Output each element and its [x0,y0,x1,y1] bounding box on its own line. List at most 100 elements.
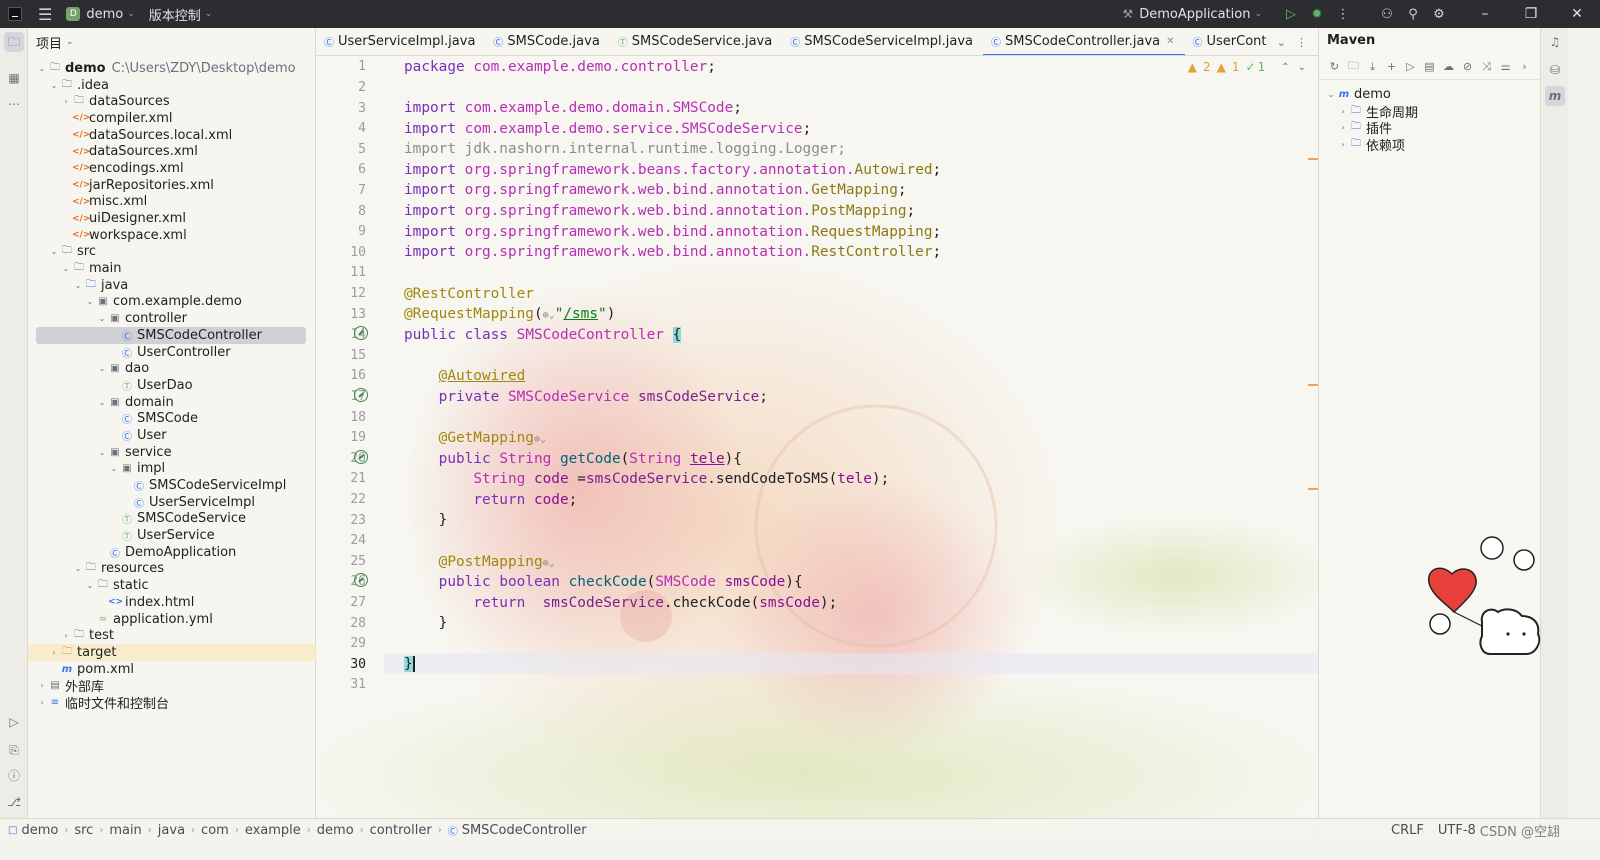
tree-node-controller[interactable]: ⌄ ▣ controller [28,310,316,327]
chevron-down-icon[interactable]: ⌄ [96,364,108,373]
maximize-button[interactable]: ❐ [1508,6,1554,22]
generate-sources-icon[interactable]: 🗀 [1344,57,1363,76]
run-maven-icon[interactable]: ▷ [1401,60,1420,73]
tree-node-datasources-local-xml[interactable]: </> dataSources.local.xml [28,127,316,144]
tab-more-icon[interactable]: ⋮ [1296,36,1307,49]
tree-node-misc-xml[interactable]: </> misc.xml [28,194,316,211]
project-panel-header[interactable]: 项目 ⌄ [28,28,315,56]
run-configuration-selector[interactable]: ⚒ DemoApplication ⌄ [1122,7,1262,22]
chevron-right-icon[interactable]: › [36,681,48,690]
chevron-down-icon[interactable]: ⌄ [1325,90,1337,99]
tree-node-application-yml[interactable]: ≃ application.yml [28,611,316,628]
previous-highlight-icon[interactable]: ⌃ [1281,62,1289,73]
tree-node-userserviceimpl[interactable]: Ⓒ UserServiceImpl [28,494,316,511]
problems-tool-icon[interactable]: ⓘ [4,766,24,786]
chevron-down-icon[interactable]: ⌄ [108,464,120,473]
debug-icon[interactable]: ✹ [1304,7,1330,22]
project-switcher[interactable]: D demo ⌄ [66,7,135,22]
tab-list-chevron-icon[interactable]: ⌄ [1277,36,1286,49]
structure-tool-icon[interactable]: ▦ [4,68,24,88]
chevron-down-icon[interactable]: ⌄ [72,281,84,290]
tree-node-uidesigner-xml[interactable]: </> uiDesigner.xml [28,210,316,227]
tree-node-root[interactable]: ⌄ 🗀 demo C:\Users\ZDY\Desktop\demo [28,60,316,77]
maven-plugins[interactable]: › 🗀 插件 [1325,119,1418,137]
chevron-right-icon[interactable]: › [1337,140,1349,149]
chevron-down-icon[interactable]: ⌄ [48,81,60,90]
maven-project-demo[interactable]: ⌄ m demo [1325,86,1418,103]
more-tools-icon[interactable]: ⋯ [4,94,24,114]
search-icon[interactable]: ⚲ [1400,7,1426,22]
chevron-down-icon[interactable]: ⌄ [96,448,108,457]
breadcrumb-item[interactable]: SMSCodeController [462,823,587,838]
minimize-button[interactable]: – [1462,6,1508,22]
close-window-button[interactable]: ✕ [1554,6,1600,22]
tree-node-idea[interactable]: ⌄ 🗀 .idea [28,77,316,94]
tree-node-test[interactable]: › 🗀 test [28,627,316,644]
chevron-right-icon[interactable]: › [1337,107,1349,116]
notifications-bell-icon[interactable]: ♫ [1545,32,1565,52]
chevron-down-icon[interactable]: ⌄ [36,64,48,73]
maven-lifecycle[interactable]: › 🗀 生命周期 [1325,103,1418,121]
breadcrumb-item[interactable]: com [201,823,229,838]
tree-node-demoapplication[interactable]: Ⓒ DemoApplication [28,544,316,561]
tab-userserviceimpl[interactable]: Ⓒ UserServiceImpl.java [316,28,485,55]
offline-mode-icon[interactable]: ☁ [1439,60,1458,73]
services-tool-icon[interactable]: ▷ [4,712,24,732]
tree-node-datasources-xml[interactable]: </> dataSources.xml [28,143,316,160]
breadcrumb-item[interactable]: demo [21,823,58,838]
tree-node-static[interactable]: ⌄ 🗀 static [28,577,316,594]
maven-dependencies[interactable]: › 🗀 依赖项 [1325,136,1418,154]
tree-node-workspace-xml[interactable]: </> workspace.xml [28,227,316,244]
breadcrumb-item[interactable]: demo [317,823,354,838]
chevron-right-icon[interactable]: › [1337,123,1349,132]
tree-node-smscodeservice[interactable]: Ⓣ SMSCodeService [28,511,316,528]
tree-node-src[interactable]: ⌄ 🗀 src [28,244,316,261]
tree-node-scratches[interactable]: › ≡ 临时文件和控制台 [28,694,316,712]
tree-node-smscodecontroller[interactable]: Ⓒ SMSCodeController [36,327,306,344]
tree-node-jarrepositories-xml[interactable]: </> jarRepositories.xml [28,177,316,194]
tree-node-dao[interactable]: ⌄ ▣ dao [28,360,316,377]
tree-node-pom-xml[interactable]: m pom.xml [28,661,316,678]
tree-node-java[interactable]: ⌄ 🗀 java [28,277,316,294]
breadcrumb-item[interactable]: main [109,823,141,838]
tree-node-user[interactable]: Ⓒ User [28,427,316,444]
tab-smscode[interactable]: Ⓒ SMSCode.java [485,28,609,55]
tree-node-smscode[interactable]: Ⓒ SMSCode [28,410,316,427]
project-tool-icon[interactable]: 🗀 [4,32,24,52]
tree-node-usercontroller[interactable]: Ⓒ UserController [28,344,316,361]
breadcrumb-item[interactable]: java [158,823,185,838]
spring-endpoint-gutter-icon[interactable] [354,450,368,464]
run-icon[interactable]: ▷ [1278,7,1304,22]
vcs-menu[interactable]: 版本控制 ⌄ [149,5,213,24]
skip-tests-icon[interactable]: ⊘ [1458,60,1477,73]
tree-node-datasources-folder[interactable]: › 🗀 dataSources [28,93,316,110]
warning-stripe-marker[interactable] [1308,384,1318,386]
spring-bean-gutter-icon[interactable] [354,326,368,340]
tree-node-compiler-xml[interactable]: </> compiler.xml [28,110,316,127]
tree-node-target[interactable]: › 🗀 target [28,644,316,661]
tree-node-main[interactable]: ⌄ 🗀 main [28,260,316,277]
tree-node-impl[interactable]: ⌄ ▣ impl [28,461,316,478]
database-tool-icon[interactable]: ⛁ [1545,60,1565,80]
spring-autowired-gutter-icon[interactable] [354,388,368,402]
code-editor[interactable]: ▲ 2 ▲ 1 ✓ 1 ⌃ ⌄ 1 2 3 4 5 6 7 8 9 10 11 … [316,56,1318,818]
tab-smscodeservice[interactable]: Ⓣ SMSCodeService.java [610,28,782,55]
add-user-icon[interactable]: ⚇ [1374,7,1400,22]
warning-stripe-marker[interactable] [1308,158,1318,160]
next-highlight-icon[interactable]: ⌄ [1298,62,1306,73]
chevron-right-icon[interactable]: › [60,97,72,106]
settings-gear-icon[interactable]: ⚙ [1426,7,1452,22]
breadcrumb-item[interactable]: src [74,823,93,838]
tree-node-package-root[interactable]: ⌄ ▣ com.example.demo [28,294,316,311]
tree-node-service[interactable]: ⌄ ▣ service [28,444,316,461]
add-icon[interactable]: + [1382,60,1401,73]
tree-node-userdao[interactable]: Ⓣ UserDao [28,377,316,394]
line-separator-widget[interactable]: CRLF [1391,823,1424,838]
terminal-tool-icon[interactable]: ⎘ [4,740,24,760]
breadcrumb-item[interactable]: example [245,823,301,838]
chevron-down-icon[interactable]: ⌄ [84,581,96,590]
tree-node-encodings-xml[interactable]: </> encodings.xml [28,160,316,177]
warning-stripe-marker[interactable] [1308,488,1318,490]
encoding-widget[interactable]: UTF-8 [1438,823,1476,838]
tree-node-resources[interactable]: ⌄ 🗀 resources [28,561,316,578]
